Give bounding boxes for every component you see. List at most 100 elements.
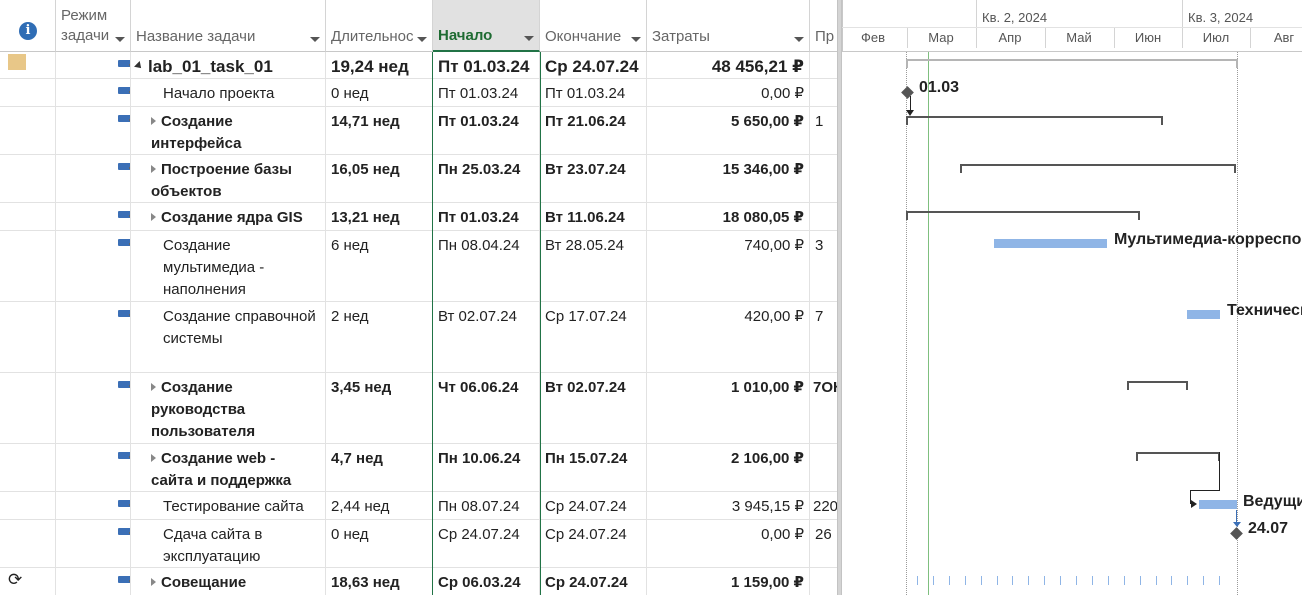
task-start[interactable]: Ср 24.07.24 [433, 520, 540, 567]
task-start[interactable]: Пн 08.04.24 [433, 231, 540, 301]
task-finish[interactable]: Пт 01.03.24 [540, 79, 647, 106]
start-filter-icon[interactable] [524, 36, 534, 41]
meeting-occurrence-bar[interactable] [1060, 576, 1061, 585]
task-name[interactable]: Начало проекта [131, 79, 326, 106]
task-duration[interactable]: 19,24 нед [326, 52, 433, 78]
expand-icon[interactable] [151, 454, 156, 462]
predecessors-column-header[interactable]: Пр [810, 0, 837, 52]
task-start[interactable]: Пн 08.07.24 [433, 492, 540, 519]
meeting-occurrence-bar[interactable] [1140, 576, 1141, 585]
summary-bar-website[interactable] [1136, 452, 1220, 461]
expand-icon[interactable] [151, 383, 156, 391]
table-row[interactable]: lab_01_task_01 19,24 нед Пт 01.03.24 Ср … [0, 52, 837, 79]
finish-filter-icon[interactable] [631, 37, 641, 42]
task-cost[interactable]: 18 080,05 ₽ [647, 203, 810, 230]
task-pred[interactable] [810, 155, 837, 202]
task-duration[interactable]: 14,71 нед [326, 107, 433, 154]
task-start[interactable]: Пт 01.03.24 [433, 107, 540, 154]
summary-bar-user-guide[interactable] [1127, 381, 1188, 390]
start-column-header[interactable]: Начало [433, 0, 540, 52]
task-cost[interactable]: 1 159,00 ₽ [647, 568, 810, 595]
table-row[interactable]: Создание ядра GIS 13,21 нед Пт 01.03.24 … [0, 203, 837, 231]
task-pred[interactable]: 7ОН [810, 373, 837, 443]
task-duration[interactable]: 13,21 нед [326, 203, 433, 230]
task-cost[interactable]: 2 106,00 ₽ [647, 444, 810, 491]
summary-bar-interface[interactable] [906, 116, 1163, 125]
task-pred[interactable] [810, 444, 837, 491]
meeting-occurrence-bar[interactable] [1092, 576, 1093, 585]
table-row[interactable]: Тестирование сайта 2,44 нед Пн 08.07.24 … [0, 492, 837, 520]
finish-column-header[interactable]: Окончание [540, 0, 647, 52]
task-start[interactable]: Чт 06.06.24 [433, 373, 540, 443]
name-filter-icon[interactable] [310, 37, 320, 42]
expand-icon[interactable] [151, 165, 156, 173]
task-cost[interactable]: 48 456,21 ₽ [647, 52, 810, 78]
meeting-occurrence-bar[interactable] [1124, 576, 1125, 585]
table-row[interactable]: Создание web - сайта и поддержка 4,7 нед… [0, 444, 837, 492]
task-cost[interactable]: 0,00 ₽ [647, 520, 810, 567]
task-start[interactable]: Вт 02.07.24 [433, 302, 540, 372]
task-finish[interactable]: Вт 23.07.24 [540, 155, 647, 202]
task-bar-multimedia[interactable] [994, 239, 1107, 248]
task-bar-testing[interactable] [1199, 500, 1237, 509]
table-row[interactable]: Создание мультимедиа - наполнения 6 нед … [0, 231, 837, 302]
task-duration[interactable]: 4,7 нед [326, 444, 433, 491]
cost-filter-icon[interactable] [794, 37, 804, 42]
recurring-meeting-bars[interactable] [842, 576, 1302, 588]
indicators-column-header[interactable]: i [0, 0, 56, 52]
table-row[interactable]: Начало проекта 0 нед Пт 01.03.24 Пт 01.0… [0, 79, 837, 107]
task-finish[interactable]: Пн 15.07.24 [540, 444, 647, 491]
gantt-chart[interactable]: Кв. 2, 2024 Кв. 3, 2024 Фев Мар Апр Май … [842, 0, 1302, 595]
meeting-occurrence-bar[interactable] [1203, 576, 1204, 585]
meeting-occurrence-bar[interactable] [1108, 576, 1109, 585]
meeting-occurrence-bar[interactable] [1187, 576, 1188, 585]
task-name[interactable]: Создание справочной системы [131, 302, 326, 372]
task-cost[interactable]: 1 010,00 ₽ [647, 373, 810, 443]
task-cost[interactable]: 740,00 ₽ [647, 231, 810, 301]
meeting-occurrence-bar[interactable] [997, 576, 998, 585]
project-summary-bar[interactable] [906, 59, 1238, 61]
task-pred[interactable] [810, 52, 837, 78]
duration-filter-icon[interactable] [417, 37, 427, 42]
task-cost[interactable]: 3 945,15 ₽ [647, 492, 810, 519]
task-pred[interactable]: 1 [810, 107, 837, 154]
task-duration[interactable]: 2 нед [326, 302, 433, 372]
meeting-occurrence-bar[interactable] [917, 576, 918, 585]
task-name[interactable]: Создание мультимедиа - наполнения [131, 231, 326, 301]
task-finish[interactable]: Ср 24.07.24 [540, 520, 647, 567]
task-cost[interactable]: 0,00 ₽ [647, 79, 810, 106]
task-cost[interactable]: 15 346,00 ₽ [647, 155, 810, 202]
summary-bar-database[interactable] [960, 164, 1236, 173]
task-duration[interactable]: 18,63 нед [326, 568, 433, 595]
expand-icon[interactable] [151, 117, 156, 125]
task-finish[interactable]: Ср 24.07.24 [540, 52, 647, 78]
task-finish[interactable]: Ср 24.07.24 [540, 492, 647, 519]
task-start[interactable]: Ср 06.03.24 [433, 568, 540, 595]
task-start[interactable]: Пт 01.03.24 [433, 79, 540, 106]
task-start[interactable]: Пт 01.03.24 [433, 52, 540, 78]
meeting-occurrence-bar[interactable] [965, 576, 966, 585]
table-row[interactable]: Создание руководства пользователя 3,45 н… [0, 373, 837, 444]
task-duration[interactable]: 0 нед [326, 79, 433, 106]
task-duration[interactable]: 6 нед [326, 231, 433, 301]
task-bar-help-system[interactable] [1187, 310, 1220, 319]
milestone-diamond[interactable] [901, 86, 914, 99]
task-pred[interactable] [810, 79, 837, 106]
task-finish[interactable]: Вт 02.07.24 [540, 373, 647, 443]
task-duration[interactable]: 0 нед [326, 520, 433, 567]
task-finish[interactable]: Вт 11.06.24 [540, 203, 647, 230]
task-finish[interactable]: Ср 24.07.24 [540, 568, 647, 595]
duration-column-header[interactable]: Длительнос [326, 0, 433, 52]
meeting-occurrence-bar[interactable] [1028, 576, 1029, 585]
task-finish[interactable]: Пт 21.06.24 [540, 107, 647, 154]
task-start[interactable]: Пн 25.03.24 [433, 155, 540, 202]
task-duration[interactable]: 3,45 нед [326, 373, 433, 443]
milestone-diamond[interactable] [1230, 527, 1243, 540]
mode-column-header[interactable]: Режим задачи [56, 0, 131, 52]
table-row[interactable]: ⟳ Совещание 18,63 нед Ср 06.03.24 Ср 24.… [0, 568, 837, 595]
expand-icon[interactable] [151, 578, 156, 586]
task-duration[interactable]: 2,44 нед [326, 492, 433, 519]
collapse-icon[interactable] [134, 61, 144, 71]
task-pred[interactable]: 220 [810, 492, 837, 519]
task-pred[interactable] [810, 203, 837, 230]
